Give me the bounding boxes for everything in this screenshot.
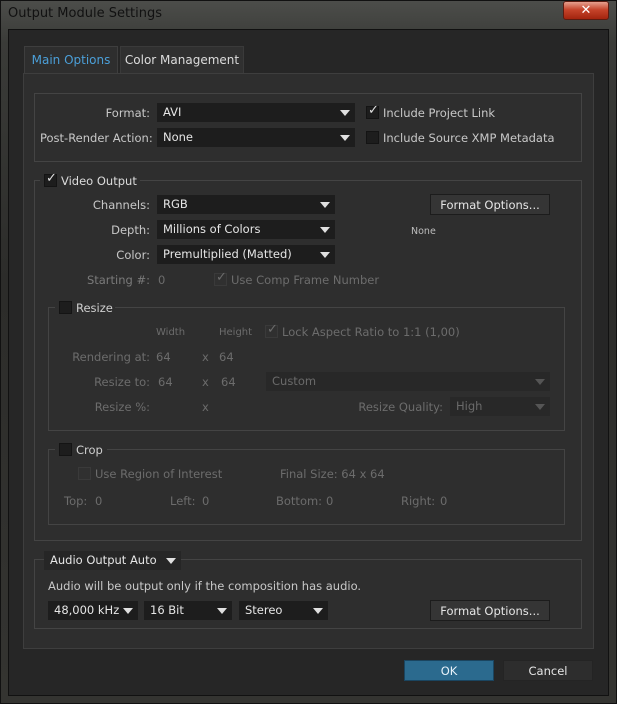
- resize-percent-x: x: [202, 400, 209, 414]
- color-label: Color:: [116, 248, 150, 262]
- chevron-down-icon: [320, 202, 330, 208]
- depth-dropdown[interactable]: Millions of Colors: [157, 220, 335, 239]
- color-dropdown[interactable]: Premultiplied (Matted): [157, 245, 335, 264]
- video-format-options-button[interactable]: Format Options...: [430, 194, 550, 215]
- audio-rate-dropdown[interactable]: 48,000 kHz: [48, 601, 138, 620]
- audio-bits-dropdown[interactable]: 16 Bit: [144, 601, 232, 620]
- chevron-down-icon: [123, 608, 133, 614]
- crop-left-value[interactable]: 0: [202, 494, 209, 508]
- resize-to-width[interactable]: 64: [158, 375, 173, 389]
- resize-to-x: x: [202, 375, 209, 389]
- audio-format-options-button[interactable]: Format Options...: [430, 600, 550, 621]
- include-project-link-label: Include Project Link: [383, 106, 496, 120]
- resize-quality-dropdown[interactable]: High: [450, 397, 550, 416]
- rendering-x: x: [202, 350, 209, 364]
- rendering-height: 64: [219, 350, 234, 364]
- audio-rate-value: 48,000 kHz: [54, 603, 120, 617]
- channels-label: Channels:: [92, 198, 150, 212]
- chevron-down-icon: [535, 404, 545, 410]
- resize-quality-label: Resize Quality:: [358, 400, 443, 414]
- resize-label: Resize: [76, 301, 113, 315]
- lock-aspect-checkbox[interactable]: ✓: [265, 322, 278, 338]
- starting-number-label: Starting #:: [86, 273, 150, 287]
- resize-preset-dropdown[interactable]: Custom: [266, 372, 550, 391]
- crop-top-label: Top:: [64, 494, 88, 508]
- checkmark-icon: ✓: [368, 103, 379, 118]
- format-dropdown[interactable]: AVI: [157, 103, 355, 122]
- chevron-down-icon: [340, 135, 350, 141]
- crop-group: [48, 449, 565, 525]
- resize-to-height[interactable]: 64: [221, 375, 236, 389]
- chevron-down-icon: [313, 608, 323, 614]
- resize-to-label: Resize to:: [94, 375, 150, 389]
- close-icon: ✕: [580, 3, 592, 18]
- chevron-down-icon: [535, 379, 545, 385]
- chevron-down-icon: [166, 558, 176, 564]
- use-comp-frame-label: Use Comp Frame Number: [231, 273, 380, 287]
- include-project-link-checkbox[interactable]: ✓: [366, 103, 379, 119]
- chevron-down-icon: [320, 252, 330, 258]
- depth-label: Depth:: [111, 223, 150, 237]
- resize-checkbox[interactable]: [59, 301, 72, 314]
- resize-quality-value: High: [456, 399, 483, 413]
- color-value: Premultiplied (Matted): [163, 247, 292, 261]
- include-xmp-label: Include Source XMP Metadata: [383, 131, 555, 145]
- crop-bottom-label: Bottom:: [276, 494, 323, 508]
- rendering-at-label: Rendering at:: [72, 350, 150, 364]
- crop-left-label: Left:: [170, 494, 196, 508]
- cancel-button[interactable]: Cancel: [503, 660, 593, 681]
- post-render-label: Post-Render Action:: [40, 131, 153, 145]
- height-header: Height: [219, 327, 253, 338]
- audio-note: Audio will be output only if the composi…: [48, 579, 362, 593]
- checkmark-icon: ✓: [216, 270, 227, 285]
- checkmark-icon: ✓: [46, 171, 57, 186]
- crop-right-value[interactable]: 0: [440, 494, 447, 508]
- audio-channels-dropdown[interactable]: Stereo: [239, 601, 328, 620]
- close-button[interactable]: ✕: [563, 1, 609, 20]
- channels-value: RGB: [163, 197, 188, 211]
- format-label: Format:: [105, 106, 150, 120]
- chevron-down-icon: [217, 608, 227, 614]
- ok-button[interactable]: OK: [404, 660, 494, 681]
- rendering-width: 64: [156, 350, 171, 364]
- video-output-label: Video Output: [61, 174, 137, 188]
- tab-main-options[interactable]: Main Options: [24, 46, 118, 73]
- chevron-down-icon: [320, 227, 330, 233]
- checkmark-icon: ✓: [267, 322, 278, 337]
- audio-bits-value: 16 Bit: [150, 603, 184, 617]
- post-render-dropdown[interactable]: None: [157, 128, 355, 147]
- window-title: Output Module Settings: [8, 6, 163, 21]
- use-comp-frame-checkbox[interactable]: ✓: [214, 270, 227, 286]
- audio-output-dropdown[interactable]: Audio Output Auto: [44, 551, 181, 570]
- resize-percent-label: Resize %:: [94, 400, 150, 414]
- use-roi-checkbox[interactable]: [78, 467, 91, 480]
- audio-output-value: Audio Output Auto: [50, 553, 157, 567]
- crop-label: Crop: [76, 443, 103, 457]
- format-value: AVI: [163, 105, 182, 119]
- codec-text: None: [411, 226, 436, 237]
- channels-dropdown[interactable]: RGB: [157, 195, 335, 214]
- include-xmp-checkbox[interactable]: [366, 131, 379, 144]
- crop-checkbox[interactable]: [59, 443, 72, 456]
- lock-aspect-label: Lock Aspect Ratio to 1:1 (1,00): [282, 325, 460, 339]
- crop-bottom-value[interactable]: 0: [326, 494, 333, 508]
- use-roi-label: Use Region of Interest: [95, 467, 223, 481]
- crop-top-value[interactable]: 0: [95, 494, 102, 508]
- resize-preset-value: Custom: [272, 374, 317, 388]
- audio-channels-value: Stereo: [245, 603, 283, 617]
- post-render-value: None: [163, 130, 194, 144]
- width-header: Width: [156, 327, 186, 338]
- depth-value: Millions of Colors: [163, 222, 261, 236]
- chevron-down-icon: [340, 110, 350, 116]
- crop-right-label: Right:: [401, 494, 436, 508]
- starting-number-value[interactable]: 0: [158, 273, 165, 287]
- tab-color-management[interactable]: Color Management: [120, 46, 244, 73]
- video-output-checkbox[interactable]: ✓: [44, 171, 57, 187]
- final-size-text: Final Size: 64 x 64: [280, 467, 385, 481]
